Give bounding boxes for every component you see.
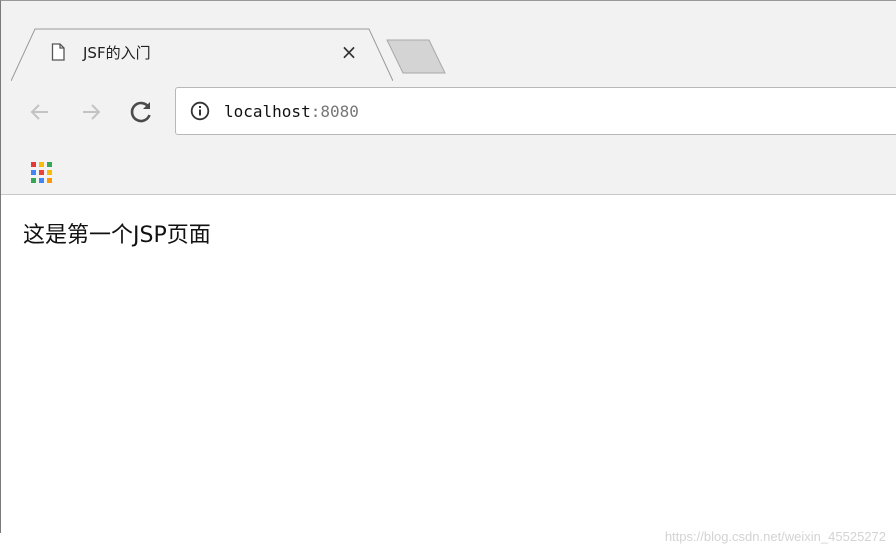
- back-button[interactable]: [26, 98, 54, 126]
- apps-grid-dot: [47, 162, 52, 167]
- apps-grid-dot: [31, 162, 36, 167]
- apps-grid-dot: [47, 170, 52, 175]
- reload-icon: [130, 101, 151, 123]
- tab-close-button[interactable]: ×: [339, 42, 359, 62]
- url-text[interactable]: localhost:8080: [224, 101, 359, 123]
- apps-grid-dot: [39, 162, 44, 167]
- new-tab-button[interactable]: [383, 39, 449, 75]
- apps-grid-dot: [39, 170, 44, 175]
- forward-button[interactable]: [77, 98, 105, 126]
- arrow-left-icon: [30, 104, 48, 120]
- info-icon[interactable]: [190, 101, 210, 121]
- watermark: https://blog.csdn.net/weixin_45525272: [664, 529, 886, 544]
- reload-button[interactable]: [127, 98, 155, 126]
- document-icon: [51, 43, 65, 61]
- url-host: localhost: [224, 102, 311, 121]
- url-port: :8080: [310, 102, 359, 121]
- apps-grid-dot: [31, 178, 36, 183]
- page-content: 这是第一个JSP页面: [1, 195, 896, 533]
- address-bar[interactable]: localhost:8080: [175, 87, 896, 135]
- toolbar: localhost:8080: [1, 81, 896, 195]
- page-heading: 这是第一个JSP页面: [23, 223, 211, 248]
- apps-grid-dot: [31, 170, 36, 175]
- tab-title: JSF的入门: [83, 44, 151, 62]
- apps-grid-dot: [47, 178, 52, 183]
- tab-strip: JSF的入门 ×: [1, 1, 896, 81]
- apps-grid-dot: [39, 178, 44, 183]
- arrow-right-icon: [83, 104, 101, 120]
- apps-grid-icon[interactable]: [29, 160, 53, 184]
- tab-active[interactable]: JSF的入门 ×: [11, 28, 393, 81]
- browser-window: JSF的入门 × localhost:8080 这是第一个JSP页面: [0, 0, 896, 533]
- tab-shape: [11, 28, 393, 81]
